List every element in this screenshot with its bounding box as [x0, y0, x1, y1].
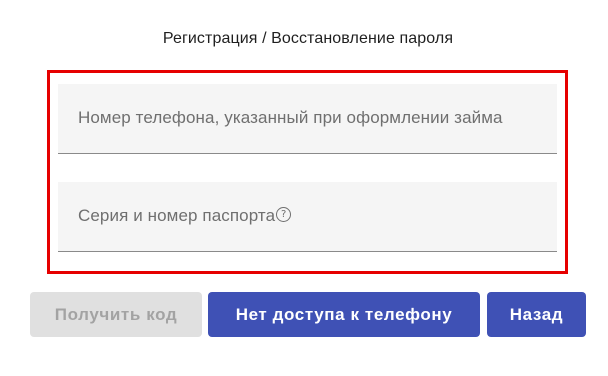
page-title: Регистрация / Восстановление пароля: [162, 30, 454, 47]
phone-field[interactable]: Номер телефона, указанный при оформлении…: [58, 84, 557, 154]
passport-placeholder: Серия и номер паспорта: [78, 206, 276, 225]
help-icon[interactable]: ?: [276, 207, 292, 222]
no-phone-access-button[interactable]: Нет доступа к телефону: [208, 292, 480, 337]
phone-placeholder: Номер телефона, указанный при оформлении…: [78, 108, 503, 127]
passport-placeholder-wrap: Серия и номер паспорта?: [78, 206, 292, 226]
passport-field[interactable]: Серия и номер паспорта?: [58, 182, 557, 252]
back-button[interactable]: Назад: [487, 292, 586, 337]
get-code-button[interactable]: Получить код: [30, 292, 202, 337]
